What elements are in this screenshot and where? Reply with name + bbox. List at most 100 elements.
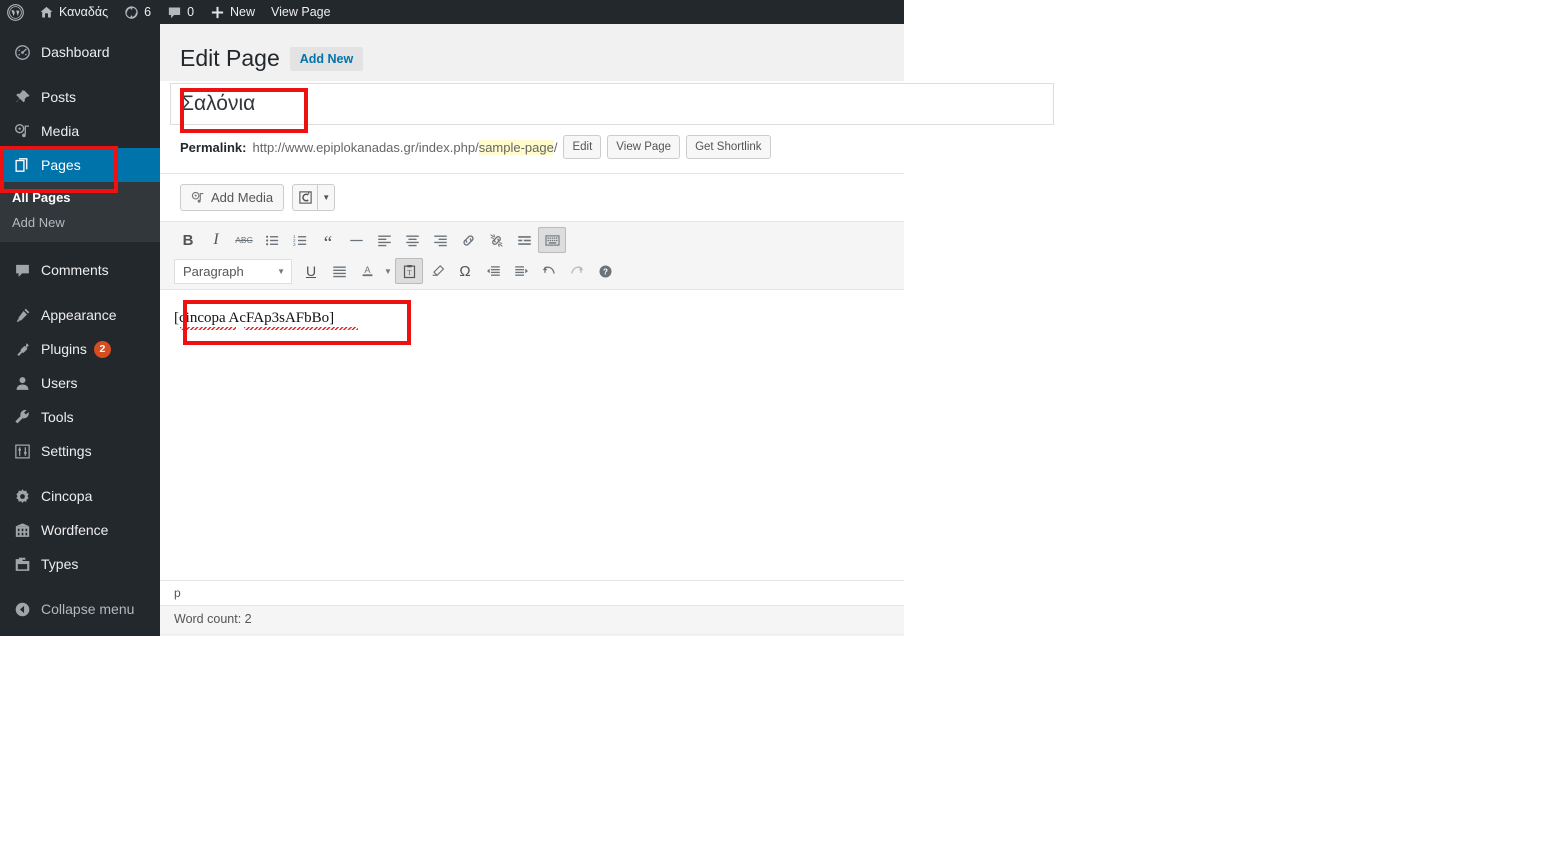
underline-icon[interactable]: U: [297, 258, 325, 284]
view-page-label: View Page: [271, 5, 331, 19]
media-buttons-row: Add Media ▼: [160, 174, 904, 221]
svg-text:A: A: [364, 265, 371, 275]
editor-container: Add Media ▼ B I ABC 1 2 3 “ Paragraph ▼ …: [160, 173, 904, 633]
permalink-trailing: /: [553, 139, 558, 155]
sidebar-item-add-new-page[interactable]: Add New: [0, 210, 160, 235]
main-content: Edit Page Add New Permalink: http://www.…: [160, 24, 1054, 636]
numbered-list-icon[interactable]: 1 2 3: [286, 227, 314, 253]
comments-menu[interactable]: 0: [159, 0, 202, 24]
dashboard-icon: [12, 44, 32, 61]
sidebar-item-media[interactable]: Media: [0, 114, 160, 148]
align-right-icon[interactable]: [426, 227, 454, 253]
italic-icon[interactable]: I: [202, 227, 230, 253]
pages-icon: [12, 157, 32, 174]
building-icon: [12, 522, 32, 539]
plus-icon: [210, 5, 225, 20]
home-icon: [39, 5, 54, 20]
toggle-toolbar-icon[interactable]: [538, 227, 566, 253]
add-media-label: Add Media: [211, 190, 274, 205]
indent-icon[interactable]: [507, 258, 535, 284]
sidebar-item-posts[interactable]: Posts: [0, 80, 160, 114]
sidebar-item-dashboard[interactable]: Dashboard: [0, 35, 160, 69]
wrench-icon: [12, 409, 32, 426]
horizontal-rule-icon[interactable]: [342, 227, 370, 253]
outdent-icon[interactable]: [479, 258, 507, 284]
permalink-url[interactable]: http://www.epiplokanadas.gr/index.php/sa…: [252, 139, 558, 155]
permalink-base: http://www.epiplokanadas.gr/index.php/: [252, 139, 479, 155]
wordpress-admin-screen: Καναδάς 6 0 New View Page Dashboard Post…: [0, 0, 1564, 866]
text-color-icon[interactable]: A: [353, 258, 381, 284]
sidebar-item-comments[interactable]: Comments: [0, 253, 160, 287]
page-title-input[interactable]: [171, 84, 1053, 124]
page-title: Edit Page: [180, 45, 280, 71]
sidebar-item-label: Appearance: [41, 307, 117, 323]
updates-menu[interactable]: 6: [116, 0, 159, 24]
view-page-button[interactable]: View Page: [607, 135, 681, 159]
sidebar-item-types[interactable]: Types: [0, 547, 160, 581]
sidebar-item-label: Tools: [41, 409, 74, 425]
clear-formatting-icon[interactable]: [423, 258, 451, 284]
page-header: Edit Page Add New: [160, 24, 904, 81]
new-content-label: New: [230, 5, 256, 19]
new-content-menu[interactable]: New: [202, 0, 263, 24]
sidebar-gap-3: [0, 287, 160, 298]
sidebar-item-tools[interactable]: Tools: [0, 400, 160, 434]
collapse-menu-button[interactable]: Collapse menu: [0, 592, 160, 626]
sidebar-item-plugins[interactable]: Plugins 2: [0, 332, 160, 366]
align-left-icon[interactable]: [370, 227, 398, 253]
gear-icon: [12, 488, 32, 505]
sidebar-top-gap: [0, 24, 160, 35]
site-name-menu[interactable]: Καναδάς: [31, 0, 116, 24]
add-media-button[interactable]: Add Media: [180, 184, 285, 211]
paragraph-format-value: Paragraph: [183, 263, 244, 279]
paste-as-text-icon[interactable]: T: [395, 258, 423, 284]
strikethrough-icon[interactable]: ABC: [230, 227, 258, 253]
read-more-icon[interactable]: [510, 227, 538, 253]
insert-link-icon[interactable]: [454, 227, 482, 253]
chevron-left-circle-icon: [12, 601, 32, 618]
blockquote-icon[interactable]: “: [314, 227, 342, 253]
editor-content-area[interactable]: [cincopa AcFAp3sAFbBo]: [160, 290, 904, 580]
get-shortlink-button[interactable]: Get Shortlink: [686, 135, 771, 159]
sidebar-item-all-pages[interactable]: All Pages: [0, 185, 160, 210]
admin-sidebar: Dashboard Posts Media Pages All Pages Ad…: [0, 24, 168, 636]
edit-permalink-button[interactable]: Edit: [563, 135, 602, 159]
sidebar-item-pages[interactable]: Pages: [0, 148, 168, 182]
sidebar-item-label: Wordfence: [41, 522, 109, 538]
media-icon: [12, 123, 32, 140]
undo-icon[interactable]: [535, 258, 563, 284]
editor-paragraph: [cincopa AcFAp3sAFbBo]: [164, 302, 392, 335]
special-character-icon[interactable]: Ω: [451, 258, 479, 284]
cincopa-insert-button[interactable]: ▼: [292, 184, 336, 211]
bold-icon[interactable]: B: [174, 227, 202, 253]
text-color-dropdown-arrow[interactable]: ▼: [381, 258, 395, 284]
justify-icon[interactable]: [325, 258, 353, 284]
editor-status-path[interactable]: p: [160, 580, 904, 605]
title-zone: [160, 81, 1054, 129]
unlink-icon[interactable]: [482, 227, 510, 253]
sidebar-gap-4: [0, 468, 160, 479]
title-field-wrapper: [170, 83, 1054, 125]
paragraph-format-select[interactable]: Paragraph ▼: [174, 258, 292, 284]
sidebar-item-appearance[interactable]: Appearance: [0, 298, 160, 332]
wordpress-logo-menu[interactable]: [0, 0, 31, 24]
sidebar-item-cincopa[interactable]: Cincopa: [0, 479, 160, 513]
permalink-label: Permalink:: [180, 139, 247, 155]
site-name-label: Καναδάς: [59, 5, 109, 19]
folder-icon: [12, 556, 32, 573]
spellcheck-underline-2: [244, 327, 358, 330]
sidebar-item-users[interactable]: Users: [0, 366, 160, 400]
sidebar-item-settings[interactable]: Settings: [0, 434, 160, 468]
redo-icon[interactable]: [563, 258, 591, 284]
sidebar-item-label: Types: [41, 556, 79, 572]
align-center-icon[interactable]: [398, 227, 426, 253]
plugins-update-badge: 2: [93, 340, 111, 358]
bulleted-list-icon[interactable]: [258, 227, 286, 253]
view-page-menu[interactable]: View Page: [263, 0, 339, 24]
help-icon[interactable]: ?: [591, 258, 619, 284]
sidebar-item-wordfence[interactable]: Wordfence: [0, 513, 160, 547]
add-new-page-button[interactable]: Add New: [289, 46, 364, 71]
chevron-down-icon: ▼: [277, 266, 285, 276]
toolbar-row-2: Paragraph ▼ U A ▼ T Ω ?: [174, 257, 904, 285]
sidebar-item-label: Comments: [41, 262, 109, 278]
